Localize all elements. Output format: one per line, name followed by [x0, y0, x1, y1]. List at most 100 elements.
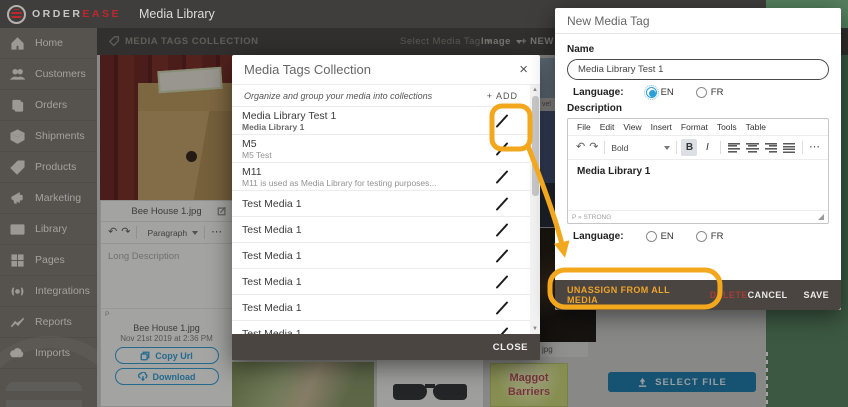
editor-menu-file[interactable]: File	[577, 122, 591, 132]
tag-name: Test Media 1	[242, 276, 492, 288]
orderease-logo-icon	[7, 5, 26, 24]
desc-radio-en[interactable]	[646, 231, 657, 242]
edit-pencil-icon[interactable]	[492, 324, 512, 335]
description-content[interactable]: Media Library 1	[568, 160, 828, 210]
pages-icon	[10, 253, 25, 268]
sidebar-item-integrations[interactable]: Integrations	[0, 276, 97, 307]
tag-collection-row: Test Media 1	[232, 321, 530, 334]
marketing-icon	[10, 191, 25, 206]
tag-name: Test Media 1	[242, 224, 492, 236]
tag-name: M11	[242, 166, 492, 178]
scroll-down-icon[interactable]: ▼	[530, 326, 540, 332]
sidebar-item-orders[interactable]: Orders	[0, 90, 97, 121]
delete-button[interactable]: DELETE	[710, 290, 748, 300]
tag-collection-row: M11 M11 is used as Media Library for tes…	[232, 163, 530, 191]
tag-name-input[interactable]	[567, 59, 829, 80]
brand-order: ORDER	[32, 8, 82, 20]
tag-description: Media Library 1	[242, 122, 492, 132]
editor-menu-tools[interactable]: Tools	[717, 122, 737, 132]
scrollbar-thumb[interactable]	[532, 96, 539, 196]
sidebar-item-customers[interactable]: Customers	[0, 59, 97, 90]
tag-collection-row: M5 M5 Test	[232, 135, 530, 163]
tag-name: Test Media 1	[242, 250, 492, 262]
radio-fr-label: FR	[711, 87, 724, 98]
scroll-up-icon[interactable]: ▲	[530, 87, 540, 93]
sidebar-item-pages[interactable]: Pages	[0, 245, 97, 276]
orders-icon	[10, 98, 25, 113]
sidebar-item-shipments[interactable]: Shipments	[0, 121, 97, 152]
edit-pencil-icon[interactable]	[492, 194, 512, 214]
editor-menu-table[interactable]: Table	[746, 122, 766, 132]
sidebar-item-label: Home	[35, 37, 63, 49]
sidebar-item-library[interactable]: Library	[0, 214, 97, 245]
sidebar-nav: Home Customers Orders Shipments Products…	[0, 28, 97, 407]
edit-pencil-icon[interactable]	[492, 167, 512, 187]
edit-pencil-icon[interactable]	[492, 111, 512, 131]
italic-button[interactable]: I	[699, 139, 715, 156]
close-icon[interactable]: ×	[519, 62, 528, 77]
products-icon	[10, 160, 25, 175]
tag-collection-row: Test Media 1	[232, 243, 530, 269]
undo-icon[interactable]: ↶	[576, 142, 585, 153]
edit-pencil-icon[interactable]	[492, 298, 512, 318]
save-button[interactable]: SAVE	[804, 290, 829, 300]
editor-menu-edit[interactable]: Edit	[600, 122, 615, 132]
align-right-icon[interactable]	[765, 143, 777, 153]
home-icon	[10, 36, 25, 51]
add-tag-button[interactable]: + ADD	[487, 91, 518, 101]
align-left-icon[interactable]	[728, 143, 740, 153]
close-button[interactable]: CLOSE	[493, 342, 528, 353]
unassign-from-all-media-button[interactable]: UNASSIGN FROM ALL MEDIA	[567, 285, 696, 305]
media-tags-collection-dialog: Media Tags Collection × Organize and gro…	[232, 55, 540, 360]
sidebar-item-label: Orders	[35, 99, 67, 111]
sidebar-item-products[interactable]: Products	[0, 152, 97, 183]
name-label: Name	[567, 44, 829, 55]
sidebar-item-label: Customers	[35, 68, 86, 80]
tag-description: M11 is used as Media Library for testing…	[242, 178, 492, 188]
tag-description: M5 Test	[242, 150, 492, 160]
dialog-title: New Media Tag	[555, 8, 841, 34]
radio-fr[interactable]	[696, 87, 707, 98]
resize-handle-icon[interactable]	[818, 214, 824, 220]
reports-icon	[10, 315, 25, 330]
edit-pencil-icon[interactable]	[492, 272, 512, 292]
language-label: Language:	[573, 87, 624, 98]
sidebar-item-home[interactable]: Home	[0, 28, 97, 59]
more-tools-icon[interactable]: ⋯	[809, 142, 820, 153]
desc-radio-en-label: EN	[661, 231, 674, 242]
tag-collection-row: Test Media 1	[232, 217, 530, 243]
align-center-icon[interactable]	[746, 143, 758, 153]
format-dropdown[interactable]: Bold	[611, 143, 669, 153]
sidebar-item-label: Reports	[35, 316, 72, 328]
library-icon	[10, 222, 25, 237]
brand-name: ORDEREASE	[32, 8, 121, 20]
desc-radio-fr[interactable]	[696, 231, 707, 242]
dialog-subtitle: Organize and group your media into colle…	[244, 91, 487, 101]
sidebar-item-label: Pages	[35, 254, 65, 266]
scrollbar[interactable]: ▲ ▼	[530, 85, 540, 334]
radio-en[interactable]	[646, 87, 657, 98]
tag-collection-row: Media Library Test 1 Media Library 1	[232, 107, 530, 135]
bold-button[interactable]: B	[681, 139, 697, 156]
sidebar-item-label: Products	[35, 161, 76, 173]
edit-pencil-icon[interactable]	[492, 220, 512, 240]
tag-name: Test Media 1	[242, 198, 492, 210]
tag-collection-row: Test Media 1	[232, 295, 530, 321]
watermark-logo	[0, 336, 97, 407]
edit-pencil-icon[interactable]	[492, 246, 512, 266]
align-justify-icon[interactable]	[783, 143, 795, 153]
editor-menu-insert[interactable]: Insert	[651, 122, 672, 132]
sidebar-item-reports[interactable]: Reports	[0, 307, 97, 338]
radio-en-label: EN	[661, 87, 674, 98]
desc-radio-fr-label: FR	[711, 231, 724, 242]
integrations-icon	[10, 284, 25, 299]
edit-pencil-icon[interactable]	[492, 139, 512, 159]
editor-menu-format[interactable]: Format	[681, 122, 708, 132]
editor-menu-view[interactable]: View	[623, 122, 641, 132]
description-rich-editor: File Edit View Insert Format Tools Table ↶ ↷ B…	[567, 118, 829, 224]
tag-list-scroll-area: Organize and group your media into colle…	[232, 85, 540, 334]
sidebar-item-label: Shipments	[35, 130, 85, 142]
cancel-button[interactable]: CANCEL	[748, 290, 788, 300]
sidebar-item-marketing[interactable]: Marketing	[0, 183, 97, 214]
redo-icon[interactable]: ↷	[589, 142, 598, 153]
